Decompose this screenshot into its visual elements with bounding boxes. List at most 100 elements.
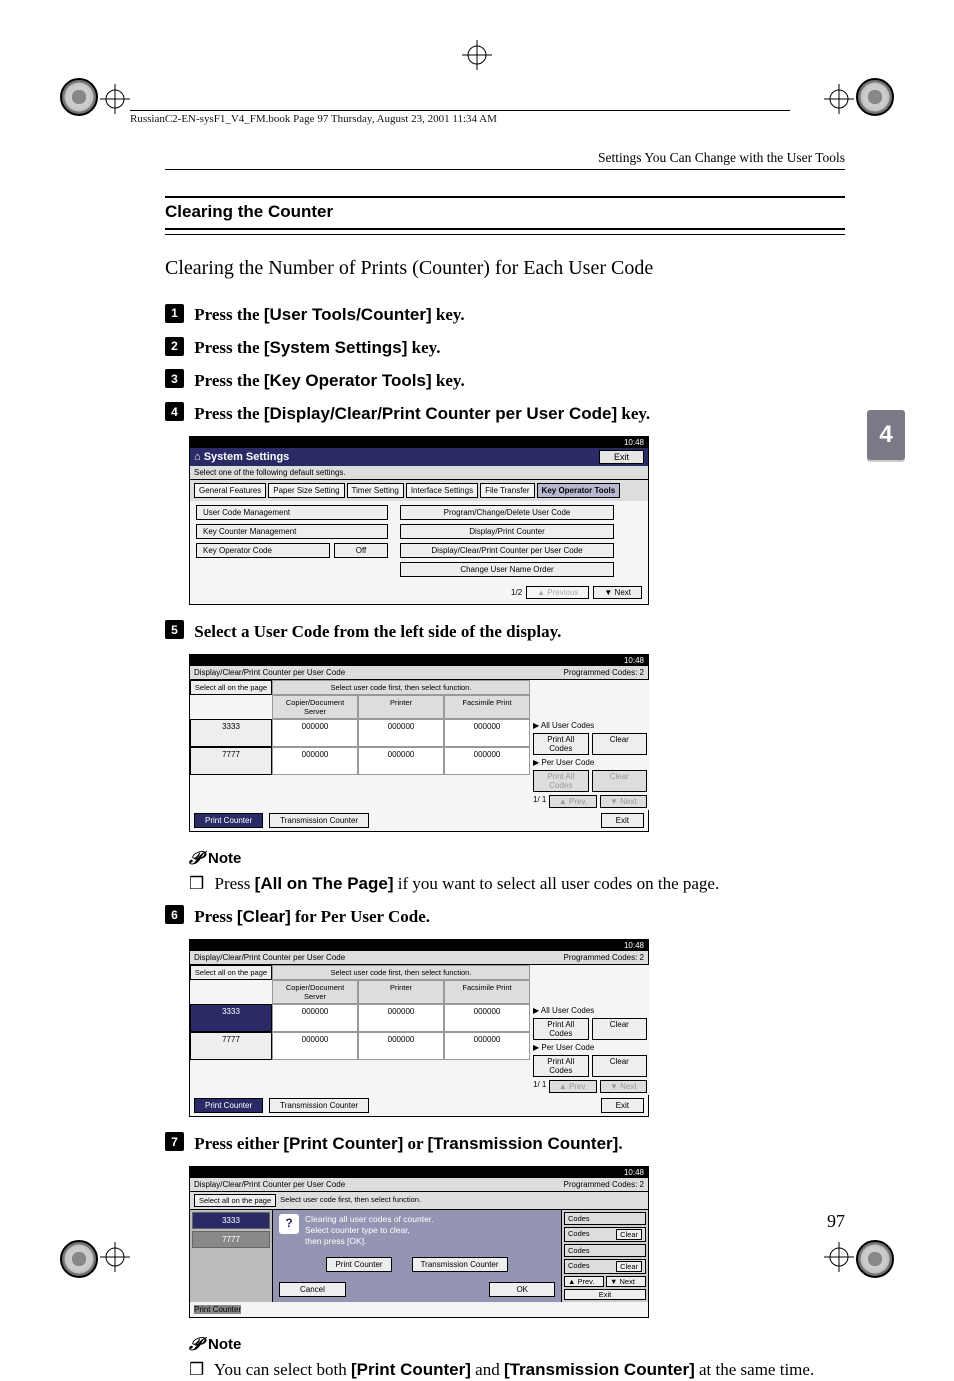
select-all-button[interactable]: Select all on the page <box>194 1194 276 1207</box>
exit-button[interactable]: Exit <box>599 450 644 464</box>
tab-paper-size[interactable]: Paper Size Setting <box>268 483 344 498</box>
per-user-code-label: ▶ Per User Code <box>533 1043 647 1052</box>
col-header: Facsimile Print <box>444 980 530 1004</box>
transmission-counter-button[interactable]: Transmission Counter <box>269 813 369 828</box>
registration-crosshair <box>462 40 492 70</box>
clear-button[interactable]: Clear <box>592 1055 648 1077</box>
prev-button[interactable]: ▲ Prev. <box>564 1276 604 1287</box>
setting-program-change-delete[interactable]: Program/Change/Delete User Code <box>400 505 614 520</box>
step-text: key. <box>432 371 465 390</box>
cancel-button[interactable]: Cancel <box>279 1282 346 1297</box>
step-text: key. <box>617 404 650 423</box>
page-number: 97 <box>827 1211 845 1232</box>
next-button[interactable]: ▼ Next <box>600 1080 647 1093</box>
note-body: ❒ You can select both [Print Counter] an… <box>189 1359 845 1381</box>
window-title: Display/Clear/Print Counter per User Cod… <box>194 1180 345 1189</box>
clear-button[interactable]: Clear <box>616 1229 642 1240</box>
step-text: Select a User Code from the left side of… <box>194 622 561 641</box>
col-header: Printer <box>358 695 444 719</box>
step-number-icon: 3 <box>165 369 184 388</box>
registration-crosshair <box>824 1242 854 1272</box>
tab-timer[interactable]: Timer Setting <box>347 483 404 498</box>
ok-button[interactable]: OK <box>489 1282 555 1297</box>
prev-button[interactable]: ▲ Prev. <box>549 795 596 808</box>
codes-label: Codes <box>568 1229 590 1240</box>
print-all-codes-button[interactable]: Print All Codes <box>533 733 589 755</box>
setting-key-operator-code[interactable]: Key Operator Code <box>196 543 330 558</box>
step-5: 5 Select a User Code from the left side … <box>165 621 845 644</box>
instruction-text: Select one of the following default sett… <box>190 466 648 480</box>
previous-button[interactable]: ▲ Previous <box>526 586 589 599</box>
user-code-row-selected[interactable]: 3333 <box>190 1004 272 1032</box>
print-counter-button[interactable]: Print Counter <box>194 1098 263 1113</box>
registration-crosshair <box>824 84 854 114</box>
step-1: 1 Press the [User Tools/Counter] key. <box>165 304 845 327</box>
step-text: key. <box>407 338 440 357</box>
next-button[interactable]: ▼ Next <box>606 1276 646 1287</box>
setting-key-counter-mgmt[interactable]: Key Counter Management <box>196 524 388 539</box>
hint-text: Select user code first, then select func… <box>276 1194 644 1207</box>
setting-user-code-mgmt[interactable]: User Code Management <box>196 505 388 520</box>
user-code-row[interactable]: 7777 <box>190 1032 272 1060</box>
step-4: 4 Press the [Display/Clear/Print Counter… <box>165 403 845 426</box>
programmed-codes-value: 2 <box>640 668 644 677</box>
prev-button[interactable]: ▲ Prev. <box>549 1080 596 1093</box>
user-code-row[interactable]: 7777 <box>192 1231 270 1248</box>
exit-button[interactable]: Exit <box>601 813 644 828</box>
print-all-codes-button[interactable]: Print All Codes <box>533 1018 589 1040</box>
note-text: if you want to select all user codes on … <box>394 874 720 893</box>
note-icon: 𝒫 <box>189 848 202 869</box>
exit-button[interactable]: Exit <box>601 1098 644 1113</box>
col-header: Copier/Document Server <box>272 695 358 719</box>
select-all-button[interactable]: Select all on the page <box>190 680 272 695</box>
step-text: Press the <box>194 305 264 324</box>
user-code-row-selected[interactable]: 3333 <box>192 1212 270 1229</box>
step-ui-ref: [Display/Clear/Print Counter per User Co… <box>264 404 617 423</box>
programmed-codes-label: Programmed Codes: <box>564 953 638 962</box>
counter-value: 000000 <box>272 747 358 775</box>
print-all-codes-button[interactable]: Print All Codes <box>533 1055 589 1077</box>
print-counter-button[interactable]: Print Counter <box>194 1305 241 1314</box>
setting-display-print-counter[interactable]: Display/Print Counter <box>400 524 614 539</box>
tab-file-transfer[interactable]: File Transfer <box>480 483 534 498</box>
tab-interface[interactable]: Interface Settings <box>406 483 478 498</box>
codes-label: Codes <box>568 1214 590 1223</box>
tab-key-operator-tools[interactable]: Key Operator Tools <box>537 483 621 498</box>
note-text: at the same time. <box>695 1360 814 1379</box>
tab-general-features[interactable]: General Features <box>194 483 266 498</box>
user-code-row[interactable]: 3333 <box>190 719 272 747</box>
page-indicator: 1/ 1 <box>533 795 546 808</box>
step-number-icon: 4 <box>165 402 184 421</box>
step-number-icon: 1 <box>165 304 184 323</box>
transmission-counter-button[interactable]: Transmission Counter <box>269 1098 369 1113</box>
clear-button[interactable]: Clear <box>592 770 648 792</box>
next-button[interactable]: ▼ Next <box>593 586 642 599</box>
setting-display-clear-print-per-user[interactable]: Display/Clear/Print Counter per User Cod… <box>400 543 614 558</box>
counter-value: 000000 <box>358 719 444 747</box>
exit-button[interactable]: Exit <box>564 1289 646 1300</box>
registration-target-br <box>856 1240 894 1278</box>
print-all-codes-button[interactable]: Print All Codes <box>533 770 589 792</box>
user-code-row[interactable]: 7777 <box>190 747 272 775</box>
counter-value: 000000 <box>444 747 530 775</box>
next-button[interactable]: ▼ Next <box>600 795 647 808</box>
step-number-icon: 2 <box>165 337 184 356</box>
print-counter-button[interactable]: Print Counter <box>326 1257 391 1272</box>
clock-text: 10:48 <box>624 941 644 950</box>
print-counter-button[interactable]: Print Counter <box>194 813 263 828</box>
col-header: Copier/Document Server <box>272 980 358 1004</box>
clear-button[interactable]: Clear <box>616 1261 642 1272</box>
setting-change-user-name-order[interactable]: Change User Name Order <box>400 562 614 577</box>
step-6: 6 Press [Clear] for Per User Code. <box>165 906 845 929</box>
select-all-button[interactable]: Select all on the page <box>190 965 272 980</box>
note-text: and <box>471 1360 504 1379</box>
screenshot-system-settings: 10:48 ⌂ System Settings Exit Select one … <box>189 436 649 605</box>
col-header: Facsimile Print <box>444 695 530 719</box>
clear-button[interactable]: Clear <box>592 1018 648 1040</box>
transmission-counter-button[interactable]: Transmission Counter <box>412 1257 508 1272</box>
step-ui-ref: [Print Counter] <box>283 1134 403 1153</box>
setting-value-off: Off <box>334 543 388 558</box>
counter-value: 000000 <box>444 1032 530 1060</box>
counter-value: 000000 <box>272 719 358 747</box>
clear-button[interactable]: Clear <box>592 733 648 755</box>
